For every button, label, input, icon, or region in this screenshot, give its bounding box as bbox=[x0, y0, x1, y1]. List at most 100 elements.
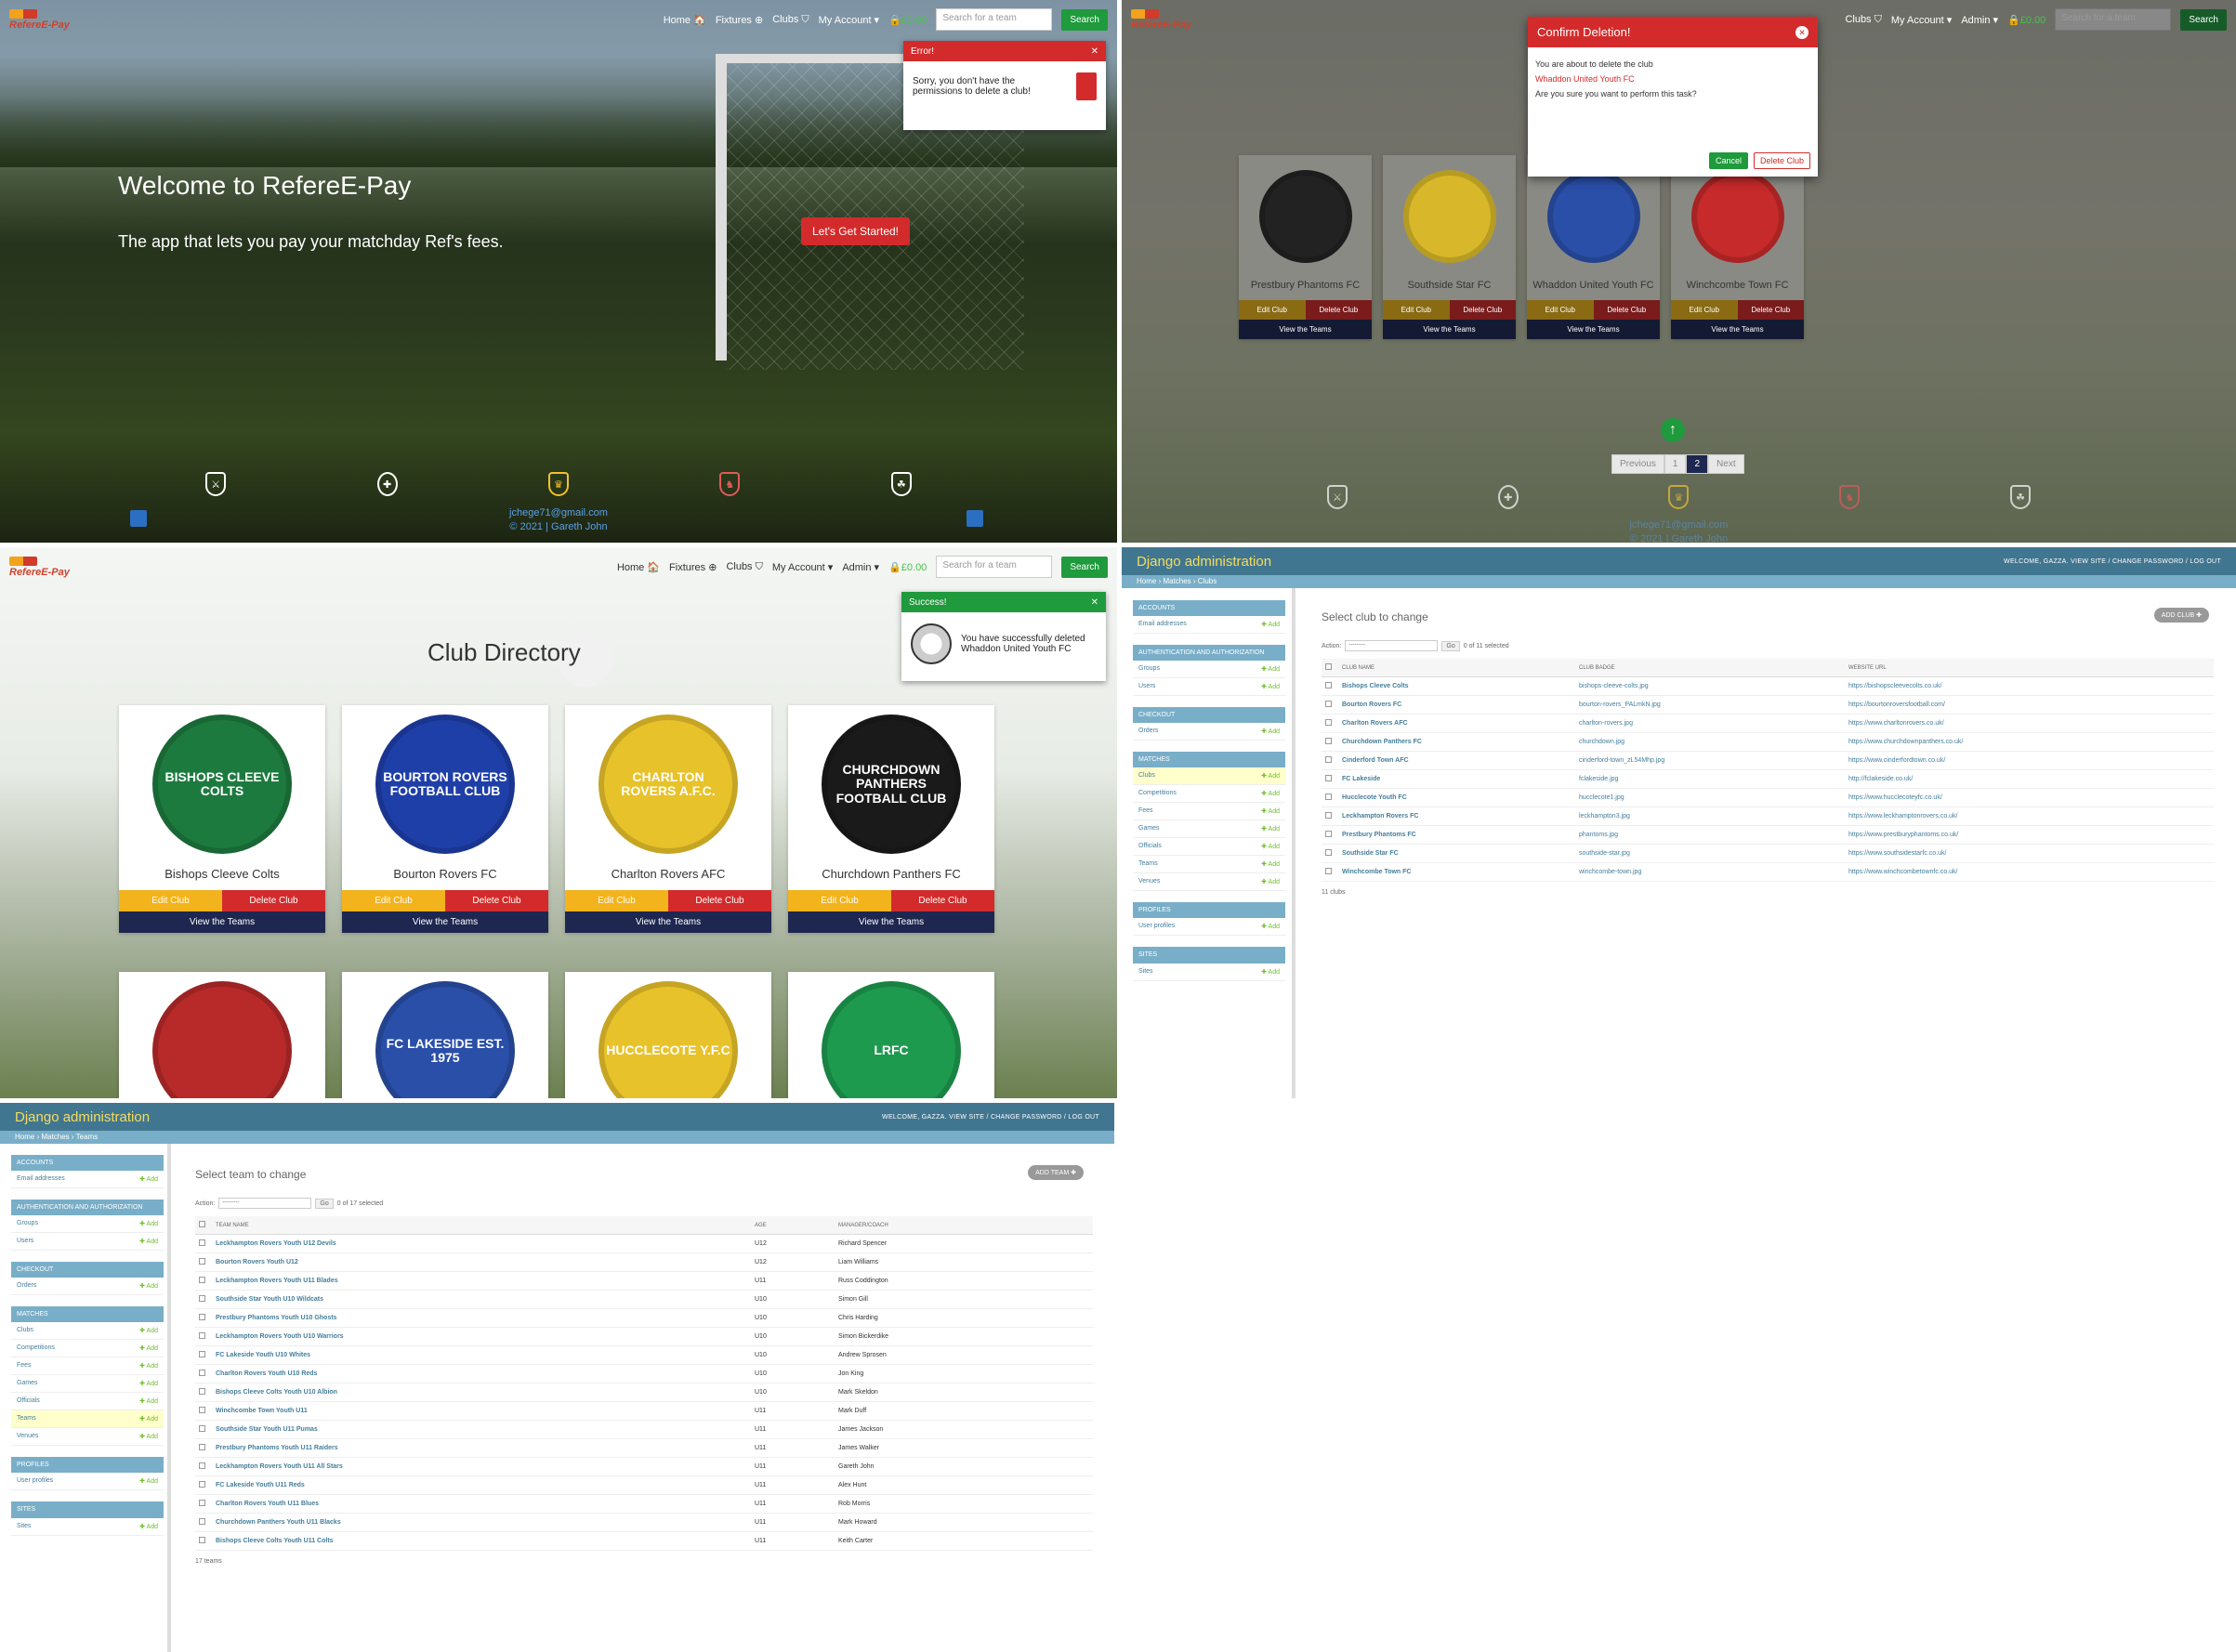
user-tools[interactable]: WELCOME, GAZZA. VIEW SITE / CHANGE PASSW… bbox=[2004, 558, 2221, 565]
sidebar-item-label[interactable]: Teams bbox=[17, 1415, 36, 1423]
sidebar-section-header[interactable]: CHECKOUT bbox=[1133, 707, 1285, 724]
table-cell[interactable]: Southside Star Youth U10 Wildcats bbox=[212, 1290, 751, 1309]
table-cell[interactable]: Prestbury Phantoms FC bbox=[1338, 825, 1575, 845]
row-link[interactable]: Leckhampton Rovers FC bbox=[1342, 813, 1418, 819]
table-cell[interactable]: Prestbury Phantoms Youth U10 Ghosts bbox=[212, 1308, 751, 1328]
add-link[interactable]: ✚ Add bbox=[139, 1282, 158, 1290]
sidebar-item[interactable]: Users ✚ Add bbox=[1133, 678, 1285, 697]
table-cell[interactable]: Winchcombe Town Youth U11 bbox=[212, 1401, 751, 1421]
row-link[interactable]: Bishops Cleeve Colts Youth U11 Colts bbox=[216, 1538, 334, 1544]
add-link[interactable]: ✚ Add bbox=[139, 1362, 158, 1370]
add-link[interactable]: ✚ Add bbox=[1261, 683, 1280, 690]
sidebar-section-header[interactable]: PROFILES bbox=[1133, 902, 1285, 919]
row-checkbox[interactable] bbox=[195, 1383, 212, 1402]
pager-page-2[interactable]: 2 bbox=[1686, 454, 1709, 474]
search-button[interactable]: Search bbox=[2180, 8, 2227, 31]
table-cell[interactable]: Charlton Rovers Youth U11 Blues bbox=[212, 1494, 751, 1514]
table-cell[interactable]: Bishops Cleeve Colts Youth U11 Colts bbox=[212, 1531, 751, 1551]
cancel-button[interactable]: Cancel bbox=[1708, 152, 1748, 169]
row-checkbox[interactable] bbox=[195, 1308, 212, 1328]
view-teams-button[interactable]: View the Teams bbox=[1671, 320, 1804, 339]
edit-club-button[interactable]: Edit Club bbox=[788, 890, 891, 911]
nav-home[interactable]: Home 🏠 bbox=[664, 14, 706, 26]
table-cell[interactable]: Leckhampton Rovers Youth U10 Warriors bbox=[212, 1327, 751, 1346]
sidebar-item-label[interactable]: Officials bbox=[1138, 843, 1162, 850]
wales-badge-icon[interactable]: ♞ bbox=[719, 472, 741, 496]
nav-admin[interactable]: Admin ▾ bbox=[842, 561, 879, 573]
row-link[interactable]: Bourton Rovers FC bbox=[1342, 701, 1401, 708]
sidebar-section-header[interactable]: ACCOUNTS bbox=[11, 1155, 164, 1172]
sidebar-item[interactable]: Officials ✚ Add bbox=[11, 1393, 164, 1411]
table-cell[interactable]: Leckhampton Rovers FC bbox=[1338, 806, 1575, 826]
sidebar-section-header[interactable]: PROFILES bbox=[11, 1457, 164, 1474]
row-link[interactable]: Bishops Cleeve Colts Youth U10 Albion bbox=[216, 1389, 337, 1396]
nav-fixtures[interactable]: Fixtures ⊕ bbox=[716, 14, 763, 26]
add-link[interactable]: ✚ Add bbox=[139, 1433, 158, 1440]
breadcrumb[interactable]: Home › Matches › Teams bbox=[0, 1131, 1114, 1144]
sidebar-item[interactable]: Orders ✚ Add bbox=[11, 1278, 164, 1296]
table-cell[interactable]: Leckhampton Rovers Youth U12 Devils bbox=[212, 1234, 751, 1253]
footer-email[interactable]: jchege71@gmail.com bbox=[1122, 518, 2236, 532]
sidebar-item-label[interactable]: Competitions bbox=[17, 1344, 55, 1352]
sidebar-item-label[interactable]: Venues bbox=[1138, 878, 1160, 885]
view-teams-button[interactable]: View the Teams bbox=[1383, 320, 1516, 339]
scroll-up-icon[interactable]: ↑ bbox=[1661, 418, 1685, 442]
add-link[interactable]: ✚ Add bbox=[139, 1175, 158, 1183]
sidebar-item-label[interactable]: Groups bbox=[1138, 665, 1160, 673]
add-link[interactable]: ✚ Add bbox=[1261, 843, 1280, 850]
sidebar-item-label[interactable]: Clubs bbox=[1138, 772, 1155, 780]
sidebar-item-label[interactable]: Venues bbox=[17, 1433, 38, 1440]
nav-clubs[interactable]: Clubs ⛉ bbox=[726, 561, 762, 573]
ireland-badge-icon[interactable]: ☘ bbox=[2010, 485, 2032, 509]
table-cell[interactable]: Bishops Cleeve Colts Youth U10 Albion bbox=[212, 1383, 751, 1402]
select-all-checkbox[interactable] bbox=[1322, 659, 1338, 677]
delete-club-button[interactable]: Delete Club bbox=[891, 890, 994, 911]
row-link[interactable]: FC Lakeside Youth U10 Whites bbox=[216, 1352, 310, 1358]
sidebar-item[interactable]: Venues ✚ Add bbox=[1133, 873, 1285, 892]
select-all-checkbox[interactable] bbox=[195, 1216, 212, 1235]
view-teams-button[interactable]: View the Teams bbox=[1239, 320, 1372, 339]
action-select[interactable]: --------- bbox=[218, 1198, 312, 1209]
sidebar-item[interactable]: Groups ✚ Add bbox=[11, 1215, 164, 1234]
row-checkbox[interactable] bbox=[1322, 844, 1338, 863]
row-link[interactable]: Leckhampton Rovers Youth U11 All Stars bbox=[216, 1463, 343, 1470]
sidebar-item-label[interactable]: Sites bbox=[17, 1523, 32, 1530]
add-link[interactable]: ✚ Add bbox=[139, 1523, 158, 1530]
add-link[interactable]: ✚ Add bbox=[139, 1327, 158, 1334]
row-checkbox[interactable] bbox=[195, 1401, 212, 1421]
sidebar-item[interactable]: Clubs ✚ Add bbox=[11, 1322, 164, 1341]
row-link[interactable]: Leckhampton Rovers Youth U11 Blades bbox=[216, 1278, 338, 1284]
delete-club-button[interactable]: Delete Club bbox=[445, 890, 548, 911]
sidebar-item[interactable]: Email addresses ✚ Add bbox=[11, 1171, 164, 1189]
scotland-badge-icon[interactable]: ♛ bbox=[547, 472, 569, 496]
row-link[interactable]: Leckhampton Rovers Youth U10 Warriors bbox=[216, 1333, 344, 1340]
sidebar-item-label[interactable]: Orders bbox=[1138, 728, 1158, 735]
row-checkbox[interactable] bbox=[195, 1513, 212, 1532]
sidebar-item[interactable]: User profiles ✚ Add bbox=[11, 1473, 164, 1491]
sidebar-item[interactable]: Competitions ✚ Add bbox=[11, 1340, 164, 1358]
nav-cart[interactable]: 🔒£0.00 bbox=[888, 561, 927, 573]
row-link[interactable]: Hucclecote Youth FC bbox=[1342, 794, 1407, 801]
pager-page-1[interactable]: 1 bbox=[1664, 454, 1687, 474]
row-link[interactable]: Prestbury Phantoms Youth U11 Raiders bbox=[216, 1445, 338, 1451]
wales-badge-icon[interactable]: ♞ bbox=[1839, 485, 1861, 509]
row-link[interactable]: Churchdown Panthers Youth U11 Blacks bbox=[216, 1519, 341, 1526]
row-link[interactable]: Bourton Rovers Youth U12 bbox=[216, 1259, 298, 1265]
row-link[interactable]: Leckhampton Rovers Youth U12 Devils bbox=[216, 1240, 336, 1247]
col-team-name[interactable]: TEAM NAME bbox=[212, 1216, 751, 1235]
add-link[interactable]: ✚ Add bbox=[1261, 807, 1280, 815]
sidebar-section-header[interactable]: AUTHENTICATION AND AUTHORIZATION bbox=[1133, 645, 1285, 662]
row-link[interactable]: Prestbury Phantoms Youth U10 Ghosts bbox=[216, 1315, 336, 1321]
sidebar-item-label[interactable]: Games bbox=[1138, 825, 1160, 833]
table-cell[interactable]: FC Lakeside Youth U10 Whites bbox=[212, 1345, 751, 1365]
sidebar-item[interactable]: Games ✚ Add bbox=[11, 1375, 164, 1394]
site-logo[interactable]: RefereE-Pay bbox=[9, 8, 70, 31]
row-checkbox[interactable] bbox=[195, 1327, 212, 1346]
pager-previous[interactable]: Previous bbox=[1611, 454, 1664, 474]
ni-badge-icon[interactable]: ✚ bbox=[1497, 485, 1519, 509]
sidebar-item-label[interactable]: Sites bbox=[1138, 968, 1153, 976]
table-cell[interactable]: Leckhampton Rovers Youth U11 Blades bbox=[212, 1271, 751, 1291]
sidebar-section-header[interactable]: MATCHES bbox=[1133, 752, 1285, 768]
sidebar-section-header[interactable]: ACCOUNTS bbox=[1133, 600, 1285, 617]
add-link[interactable]: ✚ Add bbox=[139, 1397, 158, 1405]
